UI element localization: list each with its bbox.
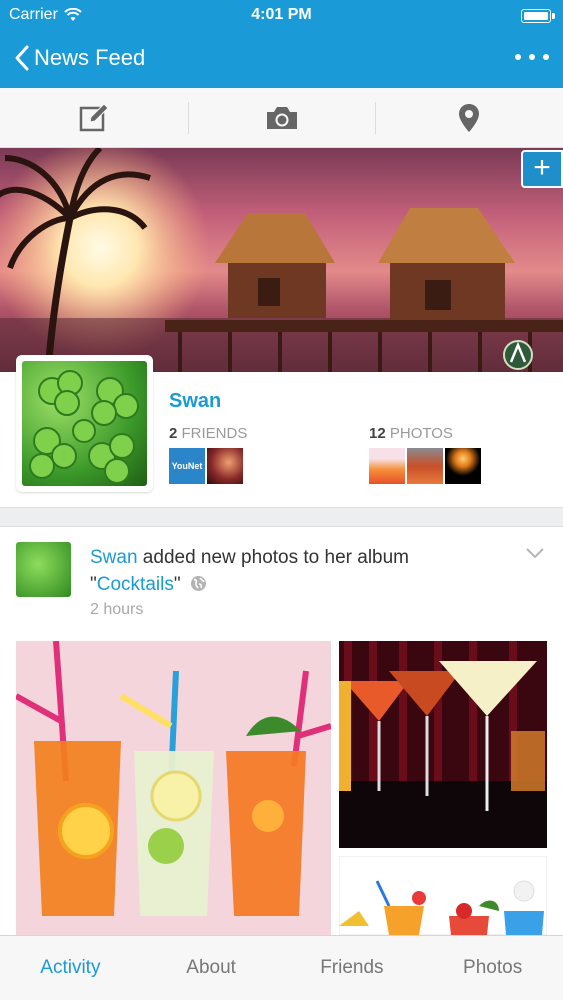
post-options-button[interactable] xyxy=(525,546,545,564)
chevron-down-icon xyxy=(526,548,544,559)
profile-tab-bar: Activity About Friends Photos xyxy=(0,935,563,1000)
plus-icon: + xyxy=(533,151,551,184)
compose-button[interactable] xyxy=(0,88,188,147)
camera-button[interactable] xyxy=(187,88,376,147)
navigation-bar: Carrier 4:01 PM News Feed xyxy=(0,0,563,88)
post-timestamp: 2 hours xyxy=(90,601,144,618)
photos-thumbnails xyxy=(369,448,481,484)
photo-thumbnail[interactable] xyxy=(407,448,443,484)
post-author-avatar[interactable] xyxy=(16,542,71,597)
friends-thumbnails: YouNet xyxy=(169,448,243,484)
cover-photo[interactable] xyxy=(0,148,563,372)
avatar-image xyxy=(22,361,147,486)
profile-name[interactable]: Swan xyxy=(169,390,221,413)
post-photo-2[interactable] xyxy=(339,641,547,848)
compose-icon xyxy=(79,102,109,131)
tab-activity[interactable]: Activity xyxy=(0,936,141,1000)
album-quote-open: " xyxy=(90,574,97,595)
friend-thumbnail[interactable]: YouNet xyxy=(169,448,205,484)
back-button[interactable]: News Feed xyxy=(14,44,145,72)
friend-badge-text: YouNet xyxy=(171,461,203,471)
more-dots-icon xyxy=(515,54,521,60)
tab-about[interactable]: About xyxy=(141,936,282,1000)
post-author-link[interactable]: Swan xyxy=(90,547,138,568)
post-headline: Swan added new photos to her album "Cock… xyxy=(90,544,510,598)
chevron-left-icon xyxy=(15,45,29,71)
photos-stat[interactable]: 12 PHOTOS xyxy=(369,425,453,442)
location-pin-icon xyxy=(459,103,480,132)
add-cover-button[interactable]: + xyxy=(521,150,563,188)
tropical-drinks-image xyxy=(339,856,547,935)
profile-avatar[interactable] xyxy=(16,355,153,492)
tab-friends[interactable]: Friends xyxy=(282,936,423,1000)
status-time: 4:01 PM xyxy=(251,6,312,23)
globe-icon xyxy=(190,576,206,591)
tab-photos[interactable]: Photos xyxy=(422,936,563,1000)
friends-count: 2 xyxy=(169,425,178,442)
album-link[interactable]: Cocktails xyxy=(97,574,174,595)
photo-thumbnail[interactable] xyxy=(369,448,405,484)
post-action-toolbar xyxy=(0,88,563,148)
post-photo-3[interactable] xyxy=(339,856,547,935)
martini-glasses-image xyxy=(339,641,547,848)
more-menu-button[interactable] xyxy=(515,44,549,70)
location-button[interactable] xyxy=(375,88,563,147)
photos-count: 12 xyxy=(369,425,386,442)
photo-thumbnail[interactable] xyxy=(445,448,481,484)
post-photo-1[interactable] xyxy=(16,641,331,935)
cover-illustration xyxy=(0,148,563,372)
friends-stat[interactable]: 2 FRIENDS xyxy=(169,425,247,442)
cocktail-glasses-image xyxy=(16,641,331,935)
friend-thumbnail[interactable] xyxy=(207,448,243,484)
camera-icon xyxy=(266,106,297,129)
album-quote-close: " xyxy=(173,574,181,595)
status-bar: Carrier 4:01 PM xyxy=(0,0,563,30)
back-label: News Feed xyxy=(34,45,146,70)
friends-label: FRIENDS xyxy=(181,425,248,442)
photos-label: PHOTOS xyxy=(389,425,453,442)
battery-icon xyxy=(521,9,555,23)
post-action-text: added new photos to her album xyxy=(137,547,409,568)
